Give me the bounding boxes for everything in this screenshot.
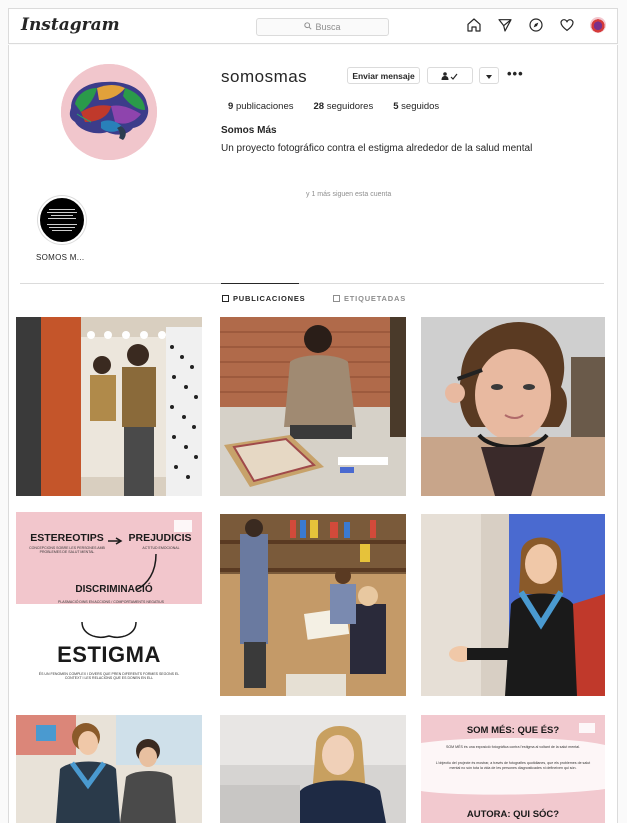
heart-icon[interactable]	[558, 16, 576, 34]
post-thumbnail[interactable]: SOM MÉS: QUE ÉS? SOM MÉS és una exposici…	[421, 715, 605, 823]
photo-woman-mascara	[421, 317, 605, 496]
search-input[interactable]: Busca	[256, 18, 389, 36]
highlight-cover	[45, 209, 79, 231]
direct-icon[interactable]	[496, 16, 514, 34]
photo-woman-reading	[220, 715, 406, 823]
instagram-logo[interactable]: Instagram	[21, 15, 120, 35]
post-thumbnail[interactable]	[220, 715, 406, 823]
post-text-som-mes-line2: L'objectiu del projecte és mostrar, a tr…	[435, 761, 591, 770]
photo-woman-door	[421, 514, 605, 696]
profile-stats: 9 publicaciones 28 seguidores 5 seguidos	[228, 101, 439, 112]
followed-by-text[interactable]: y 1 más siguen esta cuenta	[306, 191, 391, 198]
post-thumbnail[interactable]	[421, 317, 605, 496]
post-text-estigma: ESTIGMA	[57, 642, 161, 667]
active-tab-indicator	[221, 283, 299, 284]
post-text-discriminacio: DISCRIMINACIÓ	[75, 584, 153, 595]
profile-full-name: Somos Más	[221, 125, 277, 136]
brain-illustration	[61, 64, 157, 160]
profile-avatar-image[interactable]	[61, 64, 157, 160]
post-text-som-mes-title: SOM MÉS: QUE ÉS?	[466, 725, 560, 736]
post-thumbnail[interactable]	[220, 514, 406, 696]
profile-avatar[interactable]	[589, 16, 607, 34]
profile-bio: Un proyecto fotográfico contra el estigm…	[221, 143, 533, 154]
profile-username: somosmas	[221, 67, 308, 86]
search-icon	[304, 22, 313, 32]
post-text-sub4: ÉS UN FENOMEN COMPLEX I DIVERS QUE PREN …	[38, 672, 180, 680]
post-thumbnail[interactable]: ESTEREOTIPS PREJUDICIS CONCEPCIONS SOBRE…	[16, 512, 202, 696]
story-highlight-label: SOMOS M...	[36, 253, 85, 262]
post-thumbnail[interactable]	[220, 317, 406, 496]
explore-icon[interactable]	[527, 16, 545, 34]
following-count[interactable]: 5 seguidos	[393, 101, 439, 112]
story-highlight[interactable]	[38, 196, 86, 244]
tabs-divider	[20, 283, 604, 284]
photo-two-people-scouts	[16, 715, 202, 823]
more-options-icon[interactable]: •••	[507, 66, 524, 81]
tab-tagged[interactable]: ETIQUETADAS	[333, 294, 406, 303]
photo-dressing-room-mirror	[16, 317, 202, 496]
photo-person-painting	[220, 317, 406, 496]
tag-icon	[333, 295, 340, 302]
posts-count[interactable]: 9 publicaciones	[228, 101, 294, 112]
tab-posts[interactable]: PUBLICACIONES	[222, 294, 306, 303]
grid-icon	[222, 295, 229, 302]
post-text-sub3: PLASMACIÓ DINS EN ACCIONS / COMPORTAMENT…	[58, 600, 164, 604]
search-placeholder: Busca	[315, 22, 341, 32]
send-message-button[interactable]: Enviar mensaje	[347, 67, 420, 84]
user-check-icon	[441, 71, 458, 80]
home-icon[interactable]	[465, 16, 483, 34]
post-text-som-mes-line1: SOM MÉS és una exposició fotogràfica con…	[445, 745, 581, 749]
top-navigation-bar: Instagram Busca	[8, 8, 618, 44]
chevron-down-icon	[486, 71, 492, 81]
post-thumbnail[interactable]	[421, 514, 605, 696]
post-text-autora-title: AUTORA: QUI SÓC?	[466, 809, 560, 820]
following-button[interactable]	[427, 67, 473, 84]
suggested-dropdown-button[interactable]	[479, 67, 499, 84]
nav-icons	[465, 16, 607, 34]
post-thumbnail[interactable]	[16, 317, 202, 496]
arrows-diagram	[81, 520, 192, 638]
followers-count[interactable]: 28 seguidores	[314, 101, 374, 112]
photo-classroom-shelves	[220, 514, 406, 696]
post-thumbnail[interactable]	[16, 715, 202, 823]
